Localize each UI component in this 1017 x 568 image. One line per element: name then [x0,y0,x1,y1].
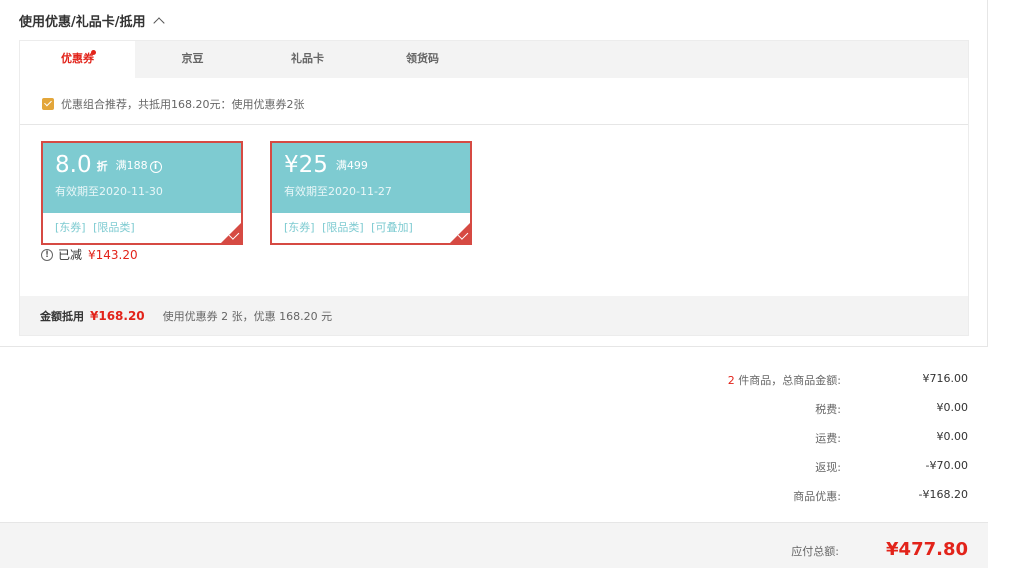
tab-pickup-code[interactable]: 领货码 [365,41,480,78]
divider [20,124,968,125]
reduced-value: ¥143.20 [88,247,138,262]
coupon-amount-line: 8.0 折满188 i [55,151,162,183]
reduced-label: 已减 [58,248,83,262]
tab-coupons[interactable]: 优惠券 [20,41,135,79]
items-label-text: 件商品，总商品金额: [734,374,841,387]
deduction-label: 金额抵用 [40,309,84,323]
coupon-condition: 满188 [115,159,148,172]
coupon-expiry: 有效期至2020-11-30 [55,185,163,198]
total-value: ¥477.80 [886,539,968,560]
cashback-label: 返现: [815,461,841,474]
deduction-summary: 金额抵用 ¥168.20 使用优惠券 2 张，优惠 168.20 元 [20,296,968,335]
total-bar: 应付总额: ¥477.80 [0,522,988,568]
coupon-expiry: 有效期至2020-11-27 [284,185,392,198]
tax-label: 税费: [815,403,841,416]
tab-gift-card-label: 礼品卡 [291,52,324,65]
coupon-amount: ¥25 [284,152,328,178]
coupon-card[interactable]: 8.0 折满188 i 有效期至2020-11-30 [东券] [限品类] [41,141,243,245]
items-value: ¥716.00 [922,372,969,385]
deduction-amount: ¥168.20 [90,308,145,323]
tab-jingdou-label: 京豆 [181,52,204,65]
discount-value: -¥168.20 [918,488,968,501]
tab-gift-card[interactable]: 礼品卡 [250,41,365,78]
coupon-tags: [东券] [限品类] [55,221,135,234]
summary-items-row: 2 件商品，总商品金额: ¥716.00 [0,372,968,388]
items-label: 2 件商品，总商品金额: [728,372,841,388]
recommend-text: 优惠组合推荐，共抵用168.20元：使用优惠券2张 [61,98,305,111]
shipping-label: 运费: [815,432,841,445]
total-label: 应付总额: [791,545,839,558]
coupon-panel: 优惠券 京豆 礼品卡 领货码 优惠组合推荐，共抵用168.20元：使用优惠券2张… [19,40,969,336]
coupon-section: 使用优惠/礼品卡/抵用 优惠券 京豆 礼品卡 领货码 优惠组合推荐，共抵用168… [0,0,988,347]
discount-label: 商品优惠: [793,490,841,503]
section-title: 使用优惠/礼品卡/抵用 [19,14,146,30]
notification-dot-icon [91,50,96,55]
tab-coupons-label: 优惠券 [61,52,94,65]
chevron-up-icon[interactable] [152,16,165,29]
item-count: 2 [727,374,735,387]
tab-pickup-code-label: 领货码 [406,52,439,65]
coupon-tags: [东券] [限品类] [可叠加] [284,221,413,234]
info-icon[interactable]: i [149,161,162,173]
tab-bar: 优惠券 京豆 礼品卡 领货码 [20,41,968,79]
summary-discount-row: 商品优惠: -¥168.20 [0,488,968,504]
coupon-header: 8.0 折满188 i 有效期至2020-11-30 [43,143,241,213]
reduced-info: ! 已减 ¥143.20 [41,246,138,263]
coupon-header: ¥25 满499 有效期至2020-11-27 [272,143,470,213]
tab-jingdou[interactable]: 京豆 [135,41,250,78]
summary-tax-row: 税费: ¥0.00 [0,401,968,417]
info-icon: ! [41,248,53,261]
recommend-option[interactable]: 优惠组合推荐，共抵用168.20元：使用优惠券2张 [42,96,305,112]
coupon-card[interactable]: ¥25 满499 有效期至2020-11-27 [东券] [限品类] [可叠加] [270,141,472,245]
coupon-amount: 8.0 [55,152,92,178]
tax-value: ¥0.00 [936,401,969,414]
coupon-condition: 满499 [335,159,368,172]
summary-shipping-row: 运费: ¥0.00 [0,430,968,446]
section-toggle[interactable]: 使用优惠/礼品卡/抵用 [19,11,165,30]
cashback-value: -¥70.00 [925,459,968,472]
shipping-value: ¥0.00 [936,430,969,443]
coupon-amount-line: ¥25 满499 [284,151,368,183]
recommend-checkbox[interactable] [42,98,54,110]
deduction-desc: 使用优惠券 2 张，优惠 168.20 元 [162,309,333,323]
coupon-unit: 折 [96,160,108,173]
summary-cashback-row: 返现: -¥70.00 [0,459,968,475]
